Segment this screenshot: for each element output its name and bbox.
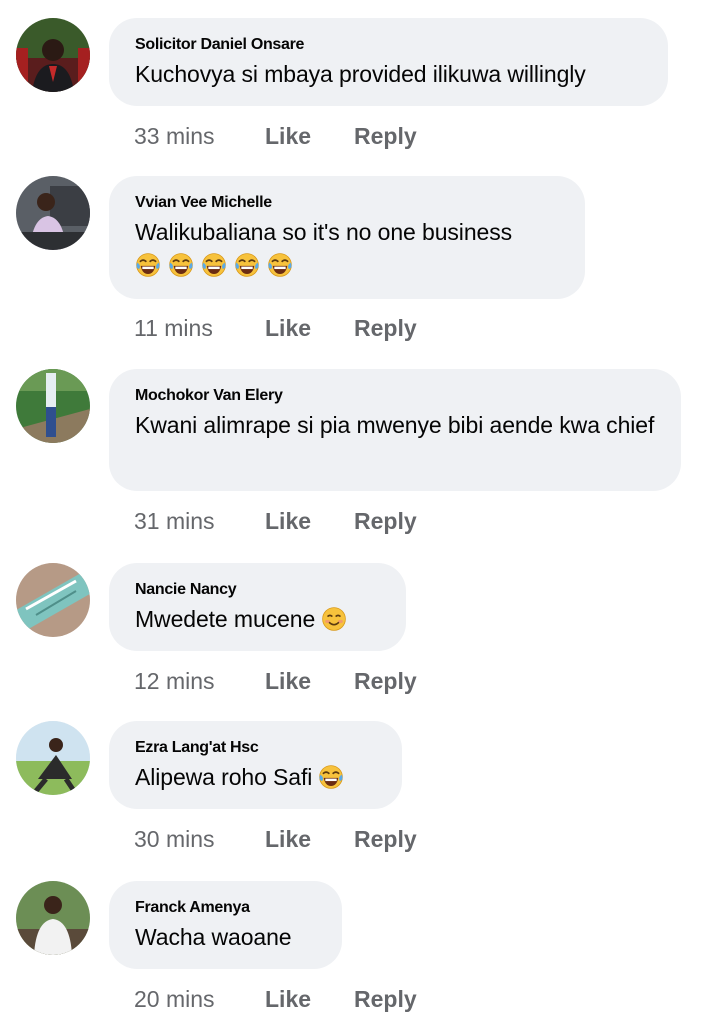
comment-author[interactable]: Ezra Lang'at Hsc [135, 738, 376, 758]
smiling-face-icon [321, 606, 347, 632]
comment-text-content: Mwedete mucene [135, 606, 316, 632]
like-button[interactable]: Like [265, 667, 311, 695]
reply-button[interactable]: Reply [354, 825, 417, 853]
avatar[interactable] [16, 369, 90, 443]
comment-author[interactable]: Solicitor Daniel Onsare [135, 35, 642, 55]
comment-author[interactable]: Mochokor Van Elery [135, 386, 655, 406]
avatar[interactable] [16, 721, 90, 795]
comment-text: Alipewa roho Safi [135, 760, 376, 794]
comment-timestamp[interactable]: 20 mins [134, 985, 215, 1013]
tears-of-joy-icon [318, 764, 344, 790]
like-button[interactable]: Like [265, 825, 311, 853]
comment-text: Wacha waoane [135, 924, 292, 950]
comment-author[interactable]: Nancie Nancy [135, 580, 380, 600]
comment-text: Kwani alimrape si pia mwenye bibi aende … [135, 412, 655, 438]
comment-bubble: Vvian Vee Michelle Walikubaliana so it's… [109, 176, 585, 299]
comment-timestamp[interactable]: 12 mins [134, 667, 215, 695]
like-button[interactable]: Like [265, 314, 311, 342]
comment-author[interactable]: Vvian Vee Michelle [135, 193, 559, 213]
reply-button[interactable]: Reply [354, 667, 417, 695]
tears-of-joy-icon [267, 252, 293, 278]
comment-timestamp[interactable]: 33 mins [134, 122, 215, 150]
reply-button[interactable]: Reply [354, 314, 417, 342]
comment-emoji-row [135, 249, 559, 281]
tears-of-joy-icon [135, 252, 161, 278]
comment-bubble: Solicitor Daniel Onsare Kuchovya si mbay… [109, 18, 668, 106]
reply-button[interactable]: Reply [354, 122, 417, 150]
comment-text-content: Alipewa roho Safi [135, 764, 313, 790]
comment-bubble: Franck Amenya Wacha waoane [109, 881, 342, 969]
comment-text: Kuchovya si mbaya provided ilikuwa willi… [135, 61, 586, 87]
comment-timestamp[interactable]: 11 mins [134, 314, 213, 342]
tears-of-joy-icon [201, 252, 227, 278]
like-button[interactable]: Like [265, 985, 311, 1013]
avatar[interactable] [16, 563, 90, 637]
avatar[interactable] [16, 176, 90, 250]
reply-button[interactable]: Reply [354, 985, 417, 1013]
like-button[interactable]: Like [265, 507, 311, 535]
avatar[interactable] [16, 18, 90, 92]
comment-timestamp[interactable]: 30 mins [134, 825, 215, 853]
like-button[interactable]: Like [265, 122, 311, 150]
comment-text: Mwedete mucene [135, 602, 380, 636]
comment-timestamp[interactable]: 31 mins [134, 507, 215, 535]
comment-text: Walikubaliana so it's no one business [135, 219, 513, 245]
comment-author[interactable]: Franck Amenya [135, 898, 316, 918]
reply-button[interactable]: Reply [354, 507, 417, 535]
comment-bubble: Nancie Nancy Mwedete mucene [109, 563, 406, 651]
comment-bubble: Ezra Lang'at Hsc Alipewa roho Safi [109, 721, 402, 809]
comment-bubble: Mochokor Van Elery Kwani alimrape si pia… [109, 369, 681, 491]
avatar[interactable] [16, 881, 90, 955]
tears-of-joy-icon [234, 252, 260, 278]
tears-of-joy-icon [168, 252, 194, 278]
